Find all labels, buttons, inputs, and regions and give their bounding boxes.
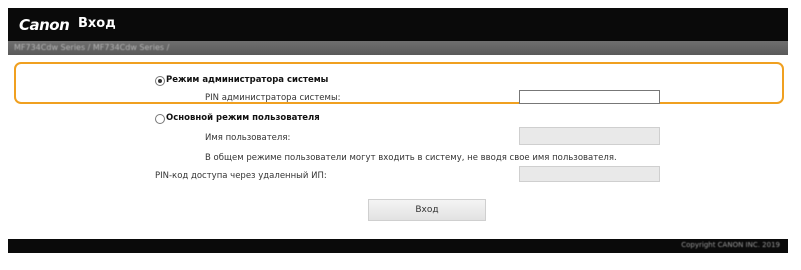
- admin-mode-highlight: [14, 62, 784, 104]
- admin-pin-input[interactable]: [519, 90, 660, 104]
- device-name: MF734Cdw Series / MF734Cdw Series /: [14, 43, 170, 52]
- admin-pin-label: PIN администратора системы:: [205, 93, 341, 103]
- admin-mode-label: Режим администратора системы: [166, 75, 329, 85]
- login-button[interactable]: Вход: [368, 199, 486, 221]
- remote-pin-label: PIN-код доступа через удаленный ИП:: [155, 171, 327, 181]
- copyright-text: Copyright CANON INC. 2019: [681, 241, 780, 249]
- admin-mode-radio[interactable]: [155, 76, 165, 86]
- username-label: Имя пользователя:: [205, 133, 291, 143]
- canon-logo: Canon: [19, 16, 70, 34]
- remote-pin-input[interactable]: [519, 166, 660, 182]
- user-mode-note: В общем режиме пользователи могут входит…: [205, 153, 617, 163]
- device-info-bar: MF734Cdw Series / MF734Cdw Series /: [8, 41, 788, 55]
- page-title: Вход: [78, 16, 116, 31]
- user-mode-radio[interactable]: [155, 114, 165, 124]
- username-input[interactable]: [519, 127, 660, 145]
- header-bar: Canon Вход: [8, 8, 788, 41]
- footer-bar: Copyright CANON INC. 2019: [8, 239, 788, 253]
- user-mode-label: Основной режим пользователя: [166, 113, 320, 123]
